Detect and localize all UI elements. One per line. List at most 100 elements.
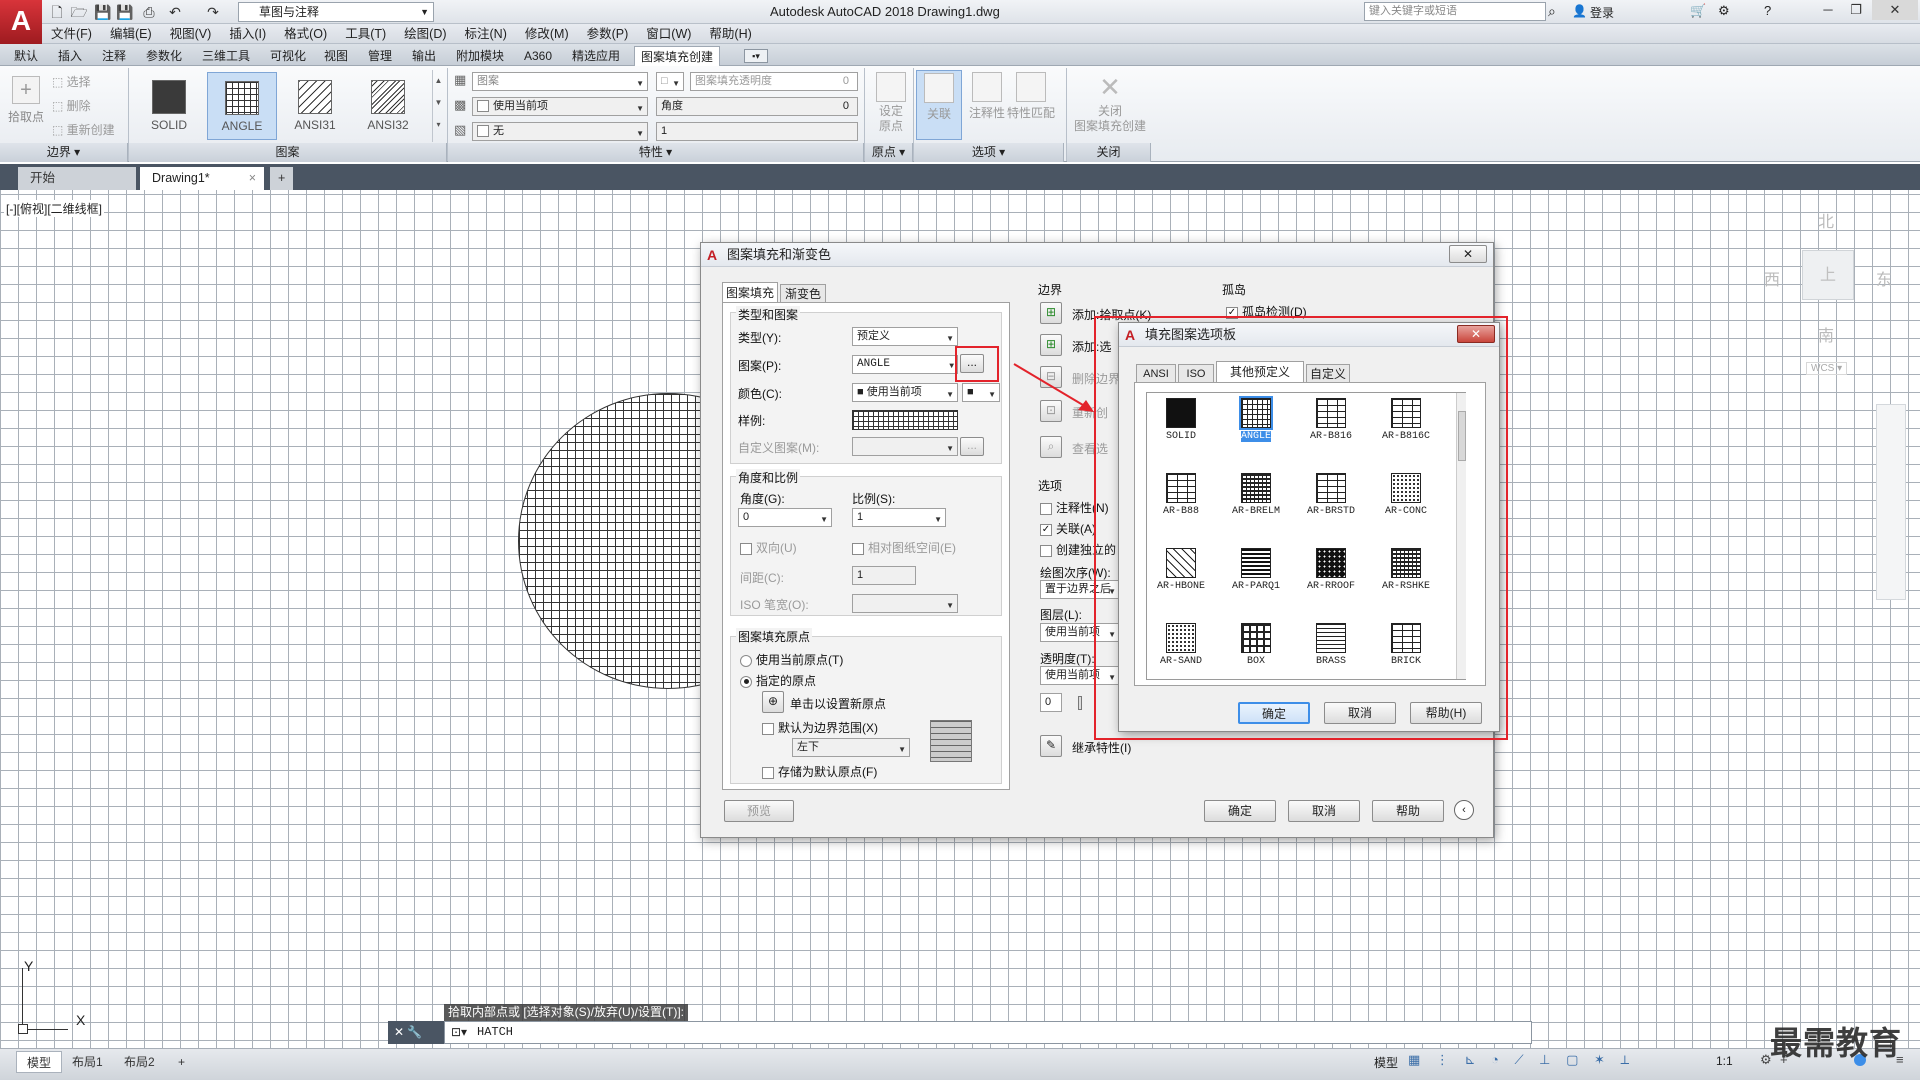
print-icon[interactable]: ⎙ (140, 3, 158, 21)
menu-modify[interactable]: 修改(M) (516, 24, 578, 44)
remove-boundary-button[interactable]: ⬚ 删除 (52, 96, 91, 116)
pattern-select[interactable]: ANGLE (852, 355, 958, 375)
close-icon[interactable]: ✕ (1872, 0, 1918, 20)
navigation-bar[interactable] (1876, 404, 1906, 600)
tab-drawing1[interactable]: Drawing1* × (140, 167, 264, 190)
tab-layout1[interactable]: 布局1 (62, 1051, 113, 1073)
search-input[interactable]: 键入关键字或短语 (1364, 2, 1546, 21)
hatch-angle-field[interactable]: 角度 0 (656, 97, 858, 116)
transparency-slider[interactable] (1078, 696, 1082, 710)
pattern-option[interactable]: AR-PARQ1 (1226, 545, 1286, 605)
pattern-option[interactable]: BRASS (1301, 620, 1361, 679)
background-color-select[interactable]: ■ (962, 383, 1000, 403)
tab-insert[interactable]: 插入 (52, 46, 88, 66)
tab-parametric[interactable]: 参数化 (140, 46, 188, 66)
tab-gradient[interactable]: 渐变色 (780, 284, 826, 302)
minimize-icon[interactable]: ─ (1814, 0, 1842, 20)
tab-model[interactable]: 模型 (16, 1051, 63, 1073)
pattern-list-scrollbar[interactable] (1456, 393, 1466, 679)
add-layout-button[interactable]: + (168, 1051, 195, 1073)
tab-hatch-creation[interactable]: 图案填充创建 (634, 46, 721, 66)
tab-annotate[interactable]: 注释 (96, 46, 132, 66)
scale-select[interactable]: 1 (852, 508, 946, 528)
help-icon[interactable]: ? (1764, 3, 1771, 18)
viewcube-north[interactable]: 北 (1818, 208, 1834, 232)
model-space-button[interactable]: 模型 (1374, 1054, 1398, 1071)
dialog-close-button[interactable]: ✕ (1449, 245, 1487, 263)
palette-tab-custom[interactable]: 自定义 (1306, 364, 1350, 382)
pattern-option[interactable]: SOLID (1151, 395, 1211, 455)
inherit-properties-label[interactable]: 继承特性(I) (1072, 739, 1131, 756)
command-line-controls[interactable]: ✕ 🔧 (388, 1021, 446, 1044)
connect-icon[interactable]: ⚙ (1718, 3, 1730, 19)
undo-icon[interactable]: ↶ (166, 3, 184, 21)
restore-icon[interactable]: ❐ (1842, 0, 1870, 20)
pattern-solid[interactable]: SOLID (134, 72, 204, 140)
workspace-selector[interactable]: 草图与注释 ▼ (238, 2, 434, 22)
relative-paper-checkbox[interactable]: 相对图纸空间(E) (852, 539, 956, 556)
iso-pen-select[interactable] (852, 594, 958, 614)
boundary-panel-footer[interactable]: 边界 ▾ (0, 143, 128, 162)
pattern-ansi32[interactable]: ANSI32 (353, 72, 423, 140)
new-file-icon[interactable]: 🗋 (48, 3, 66, 21)
add-pick-point-icon[interactable]: ⊞ (1040, 302, 1062, 324)
tab-a360[interactable]: A360 (518, 46, 558, 66)
select-objects-button[interactable]: ⬚ 选择 (52, 72, 91, 92)
specified-origin-radio[interactable]: 指定的原点 (740, 672, 816, 689)
palette-ok-button[interactable]: 确定 (1238, 702, 1310, 724)
color-select[interactable]: ■ 使用当前项 (852, 383, 958, 403)
angle-select[interactable]: 0 (738, 508, 832, 528)
status-toggles[interactable]: ▦ ⋮ ⊾ ◔ ⟋ ⊥ ▢ ✶ ⟂ (1408, 1052, 1635, 1068)
command-input[interactable]: ⊡▾ HATCH (444, 1021, 1532, 1044)
tab-output[interactable]: 输出 (406, 46, 442, 66)
menu-help[interactable]: 帮助(H) (700, 24, 760, 44)
hatch-type-select[interactable]: 图案 (472, 72, 648, 92)
viewport-controls[interactable]: [-][俯视][二维线框] (4, 200, 105, 217)
store-default-checkbox[interactable]: 存储为默认原点(F) (762, 763, 877, 780)
menu-edit[interactable]: 编辑(E) (101, 24, 161, 44)
menu-insert[interactable]: 插入(I) (220, 24, 275, 44)
ok-button[interactable]: 确定 (1204, 800, 1276, 822)
properties-panel-footer[interactable]: 特性 ▾ (448, 143, 864, 162)
menu-dimension[interactable]: 标注(N) (456, 24, 516, 44)
menu-view[interactable]: 视图(V) (161, 24, 221, 44)
tab-view[interactable]: 视图 (318, 46, 354, 66)
scrollbar-thumb[interactable] (1458, 411, 1466, 461)
inherit-properties-icon[interactable]: ✎ (1040, 735, 1062, 757)
preview-button[interactable]: 预览 (724, 800, 794, 822)
gallery-scroll[interactable]: ▲ ▼ ▾ (432, 70, 444, 142)
menu-format[interactable]: 格式(O) (275, 24, 336, 44)
hatch-scale-field[interactable]: 1 (656, 122, 858, 141)
palette-tab-ansi[interactable]: ANSI (1136, 364, 1176, 382)
tab-3d-tools[interactable]: 三维工具 (196, 46, 256, 66)
pattern-option[interactable]: AR-BRELM (1226, 470, 1286, 530)
palette-help-button[interactable]: 帮助(H) (1410, 702, 1482, 724)
tab-layout2[interactable]: 布局2 (114, 1051, 165, 1073)
viewcube-face[interactable]: 上 (1802, 250, 1854, 300)
pattern-option[interactable]: AR-CONC (1376, 470, 1436, 530)
palette-tab-iso[interactable]: ISO (1178, 364, 1214, 382)
pattern-angle[interactable]: ANGLE (207, 72, 277, 140)
binoculars-icon[interactable]: ⌕ (1548, 3, 1556, 20)
collapse-more-options-button[interactable]: ‹ (1454, 800, 1474, 820)
redo-icon[interactable]: ↷ (204, 3, 222, 21)
pattern-list[interactable]: SOLID ANGLE AR-B816 AR-B816C AR-B88 AR-BRELM A… (1146, 392, 1466, 680)
annotative-toggle[interactable]: 注释性 (964, 70, 1010, 140)
new-tab-button[interactable]: + (270, 167, 294, 190)
layer-select[interactable]: 无 (472, 122, 648, 142)
menu-tools[interactable]: 工具(T) (336, 24, 395, 44)
tab-start[interactable]: 开始 (18, 167, 136, 190)
menu-draw[interactable]: 绘图(D) (395, 24, 455, 44)
view-selection-icon[interactable]: ⌕ (1040, 436, 1062, 458)
extents-select[interactable]: 左下 (792, 738, 910, 758)
open-file-icon[interactable]: 🗁 (70, 3, 88, 21)
pattern-option[interactable]: AR-RROOF (1301, 545, 1361, 605)
close-hatch-creation-button[interactable]: ✕ 关闭 图案填充创建 (1070, 70, 1150, 140)
recreate-boundary-button[interactable]: ⬚ 重新创建 (52, 120, 115, 140)
double-checkbox[interactable]: 双向(U) (740, 539, 797, 556)
viewcube-west[interactable]: 西 (1764, 266, 1780, 290)
palette-cancel-button[interactable]: 取消 (1324, 702, 1396, 724)
type-select[interactable]: 预定义 (852, 327, 958, 347)
close-tab-icon[interactable]: × (249, 167, 256, 190)
pattern-option[interactable]: AR-B816C (1376, 395, 1436, 455)
